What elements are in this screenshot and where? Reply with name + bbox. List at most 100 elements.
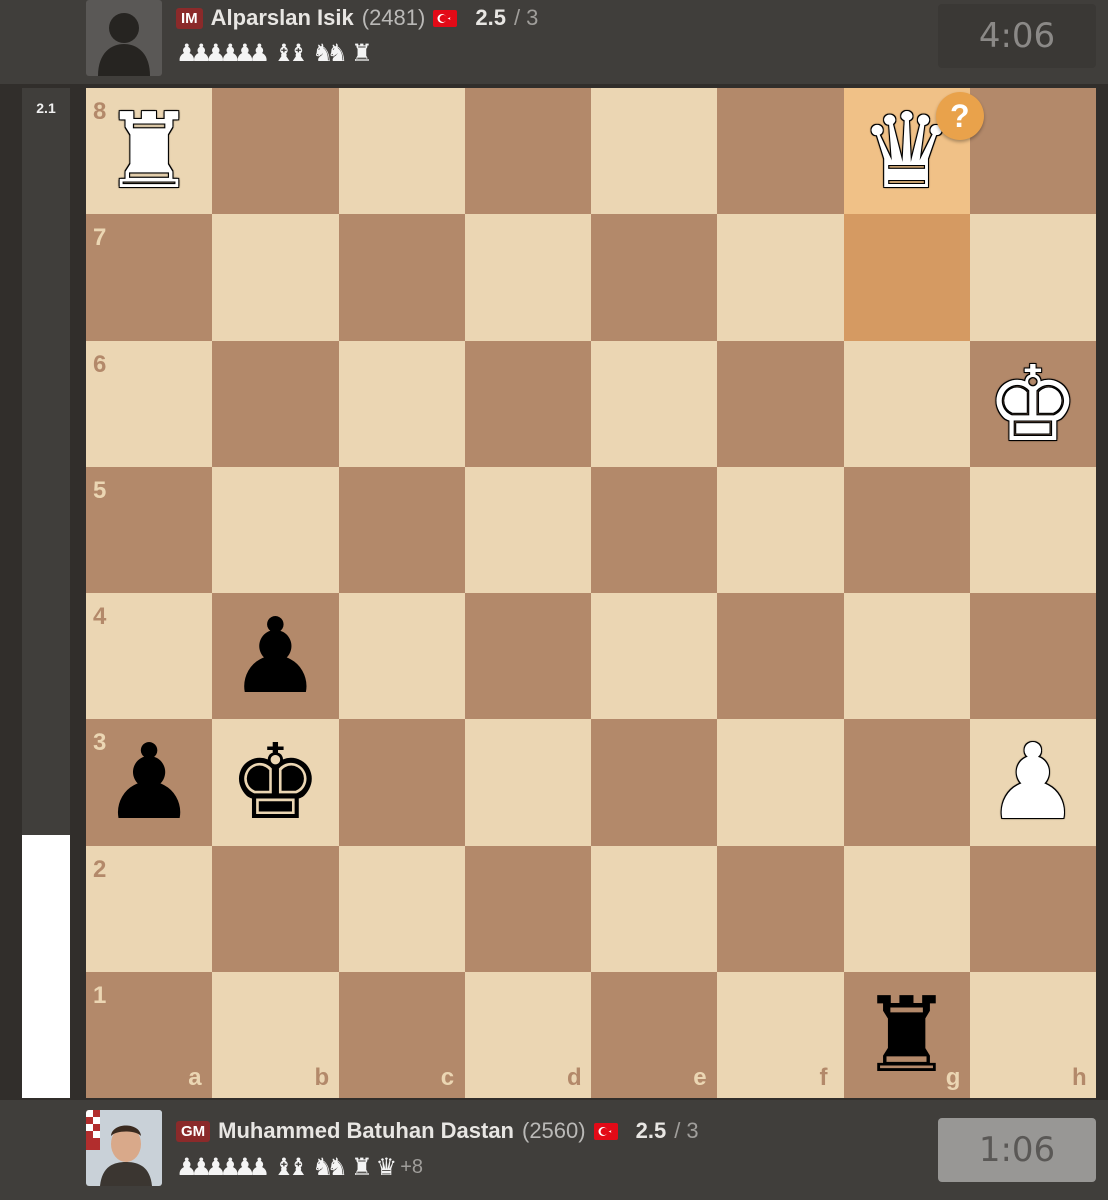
square-b8[interactable] [212, 88, 339, 215]
square-e6[interactable] [591, 340, 718, 467]
square-h8[interactable] [969, 88, 1096, 215]
player-title-badge: IM [176, 7, 203, 29]
square-f5[interactable] [717, 466, 844, 593]
square-e7[interactable] [591, 214, 718, 341]
player-rating: (2481) [361, 5, 426, 30]
square-b5[interactable] [212, 466, 339, 593]
bottom-player-avatar[interactable] [86, 1110, 162, 1186]
bottom-captured-pieces: ♟♟♟♟♟♟ ♝♝ ♞♞ ♜ ♛ +8 [176, 1152, 423, 1182]
evaluation-bar: 2.1 [22, 88, 70, 1098]
black-pawn-icon[interactable]: ♟ [212, 593, 338, 719]
white-rook-icon[interactable]: ♜ [86, 88, 212, 214]
square-e5[interactable] [591, 466, 718, 593]
turkey-flag-icon [433, 9, 458, 27]
file-label-f: f [819, 1064, 828, 1091]
captured-bishops-icon: ♝♝ [273, 1153, 309, 1181]
square-c3[interactable] [338, 719, 465, 846]
chess-board[interactable]: 8 7 6 5 4 3 2 1 a b c d e f g h ♜ ♛ ♚ ♟ ♟ ♟ ♚ ♜? [86, 88, 1096, 1098]
square-d7[interactable] [464, 214, 591, 341]
square-g2[interactable] [843, 845, 970, 972]
player-score-max: / 3 [674, 1118, 699, 1143]
square-h5[interactable] [969, 466, 1096, 593]
captured-knights-icon: ♞♞ [312, 1153, 348, 1181]
square-d3[interactable] [464, 719, 591, 846]
square-f8[interactable] [717, 88, 844, 215]
player-score: 2.5 [475, 5, 506, 30]
square-e4[interactable] [591, 593, 718, 720]
rank-label-7: 7 [93, 224, 107, 252]
square-h4[interactable] [969, 593, 1096, 720]
file-label-h: h [1072, 1064, 1087, 1091]
rank-label-1: 1 [93, 981, 107, 1009]
square-g7[interactable] [843, 214, 970, 341]
square-d5[interactable] [464, 466, 591, 593]
captured-rooks-icon: ♜ [351, 39, 372, 67]
turkey-flag-icon [593, 1122, 618, 1140]
square-f3[interactable] [717, 719, 844, 846]
square-e8[interactable] [591, 88, 718, 215]
rank-label-4: 4 [93, 603, 107, 630]
black-rook-icon[interactable]: ♜ [844, 972, 970, 1098]
square-f7[interactable] [717, 214, 844, 341]
top-captured-pieces: ♟♟♟♟♟♟ ♝♝ ♞♞ ♜ [176, 38, 372, 68]
square-b6[interactable] [212, 340, 339, 467]
square-c7[interactable] [338, 214, 465, 341]
square-g6[interactable] [843, 340, 970, 467]
square-e2[interactable] [591, 845, 718, 972]
square-h2[interactable] [969, 845, 1096, 972]
square-g5[interactable] [843, 466, 970, 593]
square-b2[interactable] [212, 845, 339, 972]
captured-pawns-icon: ♟♟♟♟♟♟ [176, 1153, 270, 1181]
square-f2[interactable] [717, 845, 844, 972]
player-score-max: / 3 [513, 5, 539, 30]
file-label-d: d [567, 1064, 582, 1091]
square-c2[interactable] [338, 845, 465, 972]
square-e3[interactable] [591, 719, 718, 846]
mistake-annotation-icon: ? [935, 92, 984, 140]
player-name[interactable]: Muhammed Batuhan Dastan [218, 1118, 514, 1144]
white-king-icon[interactable]: ♚ [970, 341, 1096, 467]
bottom-player-info: GM Muhammed Batuhan Dastan (2560) 2.5 / … [176, 1116, 699, 1146]
rank-label-2: 2 [93, 855, 107, 883]
rank-label-6: 6 [93, 350, 107, 378]
square-c8[interactable] [338, 88, 465, 215]
file-label-a: a [188, 1064, 202, 1091]
square-d2[interactable] [464, 845, 591, 972]
top-player-avatar[interactable] [86, 0, 162, 76]
square-d8[interactable] [464, 88, 591, 215]
square-d6[interactable] [464, 340, 591, 467]
square-b7[interactable] [212, 214, 339, 341]
eval-white-fill [22, 835, 70, 1098]
captured-bishops-icon: ♝♝ [273, 39, 309, 67]
square-d4[interactable] [464, 593, 591, 720]
bottom-player-clock: 1:06 [938, 1118, 1096, 1182]
file-label-b: b [314, 1064, 330, 1091]
material-advantage: +8 [400, 1155, 423, 1178]
player-score: 2.5 [635, 1118, 667, 1143]
top-player-info: IM Alparslan Isik (2481) 2.5 / 3 [176, 3, 538, 33]
default-avatar-icon [98, 13, 150, 76]
captured-pawns-icon: ♟♟♟♟♟♟ [176, 39, 270, 67]
player-name[interactable]: Alparslan Isik [211, 5, 354, 31]
square-c5[interactable] [338, 466, 465, 593]
square-c6[interactable] [338, 340, 465, 467]
file-label-e: e [693, 1064, 707, 1091]
square-f6[interactable] [717, 340, 844, 467]
square-g3[interactable] [843, 719, 970, 846]
top-player-clock: 4:06 [938, 4, 1096, 68]
white-pawn-icon[interactable]: ♟ [970, 719, 1096, 845]
player-rating: (2560) [522, 1118, 586, 1143]
file-label-c: c [440, 1064, 455, 1091]
captured-queens-icon: ♛ [375, 1153, 397, 1181]
player-photo-icon [86, 1110, 162, 1186]
square-h7[interactable] [969, 214, 1096, 341]
captured-knights-icon: ♞♞ [312, 39, 348, 67]
black-king-icon[interactable]: ♚ [212, 719, 338, 845]
square-c4[interactable] [338, 593, 465, 720]
black-pawn-icon[interactable]: ♟ [86, 719, 212, 845]
player-title-badge: GM [176, 1120, 211, 1142]
square-f4[interactable] [717, 593, 844, 720]
eval-value: 2.1 [36, 100, 56, 116]
captured-rooks-icon: ♜ [351, 1153, 372, 1181]
square-g4[interactable] [843, 593, 970, 720]
